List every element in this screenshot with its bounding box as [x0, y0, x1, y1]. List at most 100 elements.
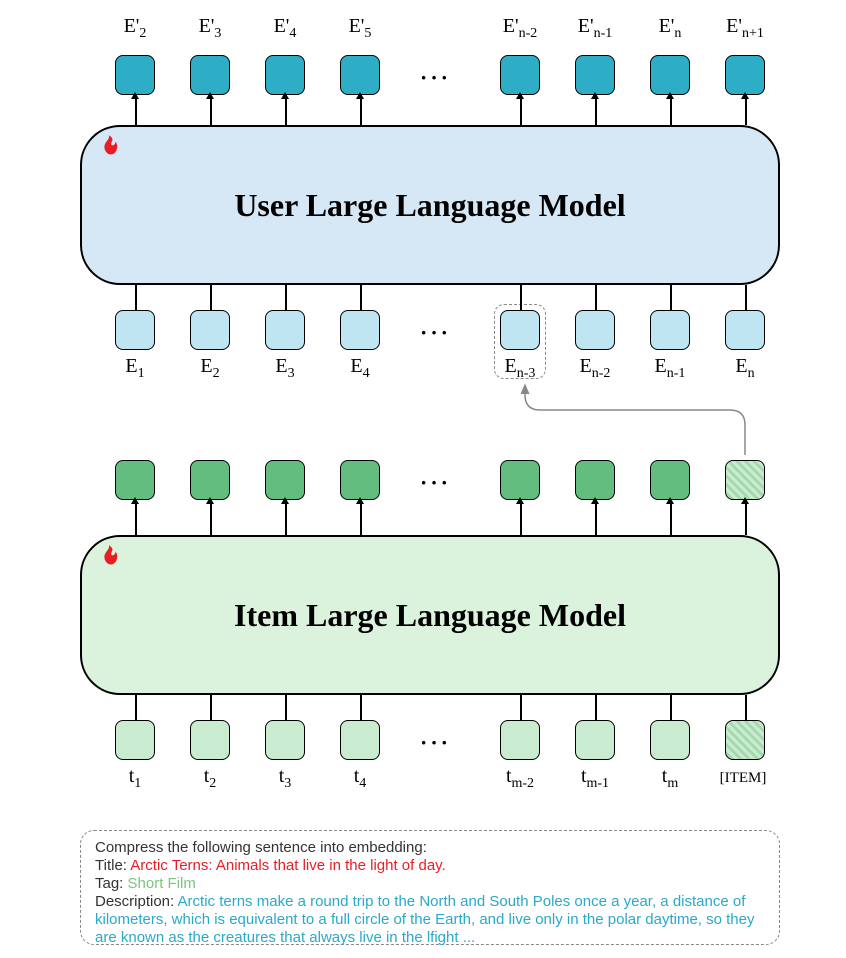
user-input-embedding-box	[650, 310, 690, 350]
arrow-up-icon	[360, 98, 362, 125]
item-output-embedding-box	[500, 460, 540, 500]
user-input-embedding-label: En-1	[635, 355, 705, 382]
output-embedding-box	[575, 55, 615, 95]
item-output-embedding-box	[340, 460, 380, 500]
item-output-embedding-box	[725, 460, 765, 500]
item-input-token-box	[650, 720, 690, 760]
user-input-embedding-box	[340, 310, 380, 350]
user-input-embedding-box	[725, 310, 765, 350]
item-input-token-label: t2	[175, 765, 245, 792]
fire-icon	[98, 135, 120, 170]
connector-line	[595, 285, 597, 310]
output-embedding-box	[650, 55, 690, 95]
arrow-up-icon	[595, 98, 597, 125]
connector-line	[520, 285, 522, 310]
ellipsis: ···	[420, 730, 451, 756]
arrow-up-icon	[210, 503, 212, 535]
item-input-token-label: tm-2	[485, 765, 555, 792]
connector-line	[210, 695, 212, 720]
output-embedding-box	[190, 55, 230, 95]
arrow-up-icon	[210, 98, 212, 125]
prompt-desc-key: Description:	[95, 893, 174, 910]
arrow-up-icon	[595, 503, 597, 535]
item-llm-title: Item Large Language Model	[234, 597, 626, 634]
connector-line	[520, 695, 522, 720]
item-input-token-box	[340, 720, 380, 760]
item-llm-block: Item Large Language Model	[80, 535, 780, 695]
arrow-up-icon	[285, 98, 287, 125]
connector-line	[135, 695, 137, 720]
prompt-tag-val: Short Film	[128, 875, 196, 892]
connector-line	[135, 285, 137, 310]
connector-line	[360, 285, 362, 310]
user-llm-title: User Large Language Model	[234, 187, 625, 224]
connector-line	[360, 695, 362, 720]
item-input-token-box	[575, 720, 615, 760]
output-embedding-label: E'3	[175, 15, 245, 42]
arrow-up-icon	[135, 98, 137, 125]
prompt-title-val: Arctic Terns: Animals that live in the l…	[130, 857, 445, 874]
arrow-up-icon	[360, 503, 362, 535]
connector-line	[670, 285, 672, 310]
user-input-embedding-box	[575, 310, 615, 350]
connector-line	[285, 695, 287, 720]
item-input-token-box	[115, 720, 155, 760]
output-embedding-label: E'5	[325, 15, 395, 42]
item-output-embedding-box	[650, 460, 690, 500]
output-embedding-label: E'n-2	[485, 15, 555, 42]
arrow-up-icon	[520, 98, 522, 125]
user-input-embedding-label: E2	[175, 355, 245, 382]
item-output-embedding-box	[265, 460, 305, 500]
user-input-embedding-box	[190, 310, 230, 350]
connector-line	[595, 695, 597, 720]
item-output-embedding-box	[115, 460, 155, 500]
item-input-token-label: t4	[325, 765, 395, 792]
prompt-lead: Compress the following sentence into emb…	[95, 839, 765, 857]
user-input-embedding-box	[115, 310, 155, 350]
user-input-embedding-box	[265, 310, 305, 350]
arrow-up-icon	[745, 503, 747, 535]
prompt-box: Compress the following sentence into emb…	[80, 830, 780, 945]
output-embedding-label: E'4	[250, 15, 320, 42]
arrow-up-icon	[520, 503, 522, 535]
connector-line	[670, 695, 672, 720]
output-embedding-label: E'2	[100, 15, 170, 42]
output-embedding-label: E'n+1	[710, 15, 780, 42]
item-output-embedding-box	[575, 460, 615, 500]
connector-line	[210, 285, 212, 310]
item-input-token-box	[190, 720, 230, 760]
item-input-token-box	[500, 720, 540, 760]
item-input-token-label: t1	[100, 765, 170, 792]
user-llm-block: User Large Language Model	[80, 125, 780, 285]
output-embedding-box	[115, 55, 155, 95]
item-input-token-label: tm-1	[560, 765, 630, 792]
ellipsis: ···	[420, 470, 451, 496]
prompt-title-key: Title:	[95, 857, 127, 874]
user-input-embedding-label: E1	[100, 355, 170, 382]
connector-line	[745, 285, 747, 310]
user-input-embedding-label: E3	[250, 355, 320, 382]
output-embedding-label: E'n-1	[560, 15, 630, 42]
user-input-embedding-box	[500, 310, 540, 350]
prompt-desc-val: Arctic terns make a round trip to the No…	[95, 893, 755, 946]
user-input-embedding-label: En-2	[560, 355, 630, 382]
output-embedding-box	[265, 55, 305, 95]
fire-icon	[98, 545, 120, 580]
output-embedding-label: E'n	[635, 15, 705, 42]
prompt-tag-key: Tag:	[95, 875, 123, 892]
ellipsis: ···	[420, 65, 451, 91]
connector-line	[285, 285, 287, 310]
arrow-up-icon	[135, 503, 137, 535]
user-input-embedding-label: En-3	[485, 355, 555, 382]
item-input-token-box	[725, 720, 765, 760]
connector-line	[745, 695, 747, 720]
item-input-token-box	[265, 720, 305, 760]
arrow-up-icon	[670, 503, 672, 535]
item-input-token-label: tm	[635, 765, 705, 792]
user-input-embedding-label: En	[710, 355, 780, 382]
item-input-token-label: [ITEM]	[708, 765, 778, 788]
output-embedding-box	[340, 55, 380, 95]
ellipsis: ···	[420, 320, 451, 346]
item-output-embedding-box	[190, 460, 230, 500]
user-input-embedding-label: E4	[325, 355, 395, 382]
